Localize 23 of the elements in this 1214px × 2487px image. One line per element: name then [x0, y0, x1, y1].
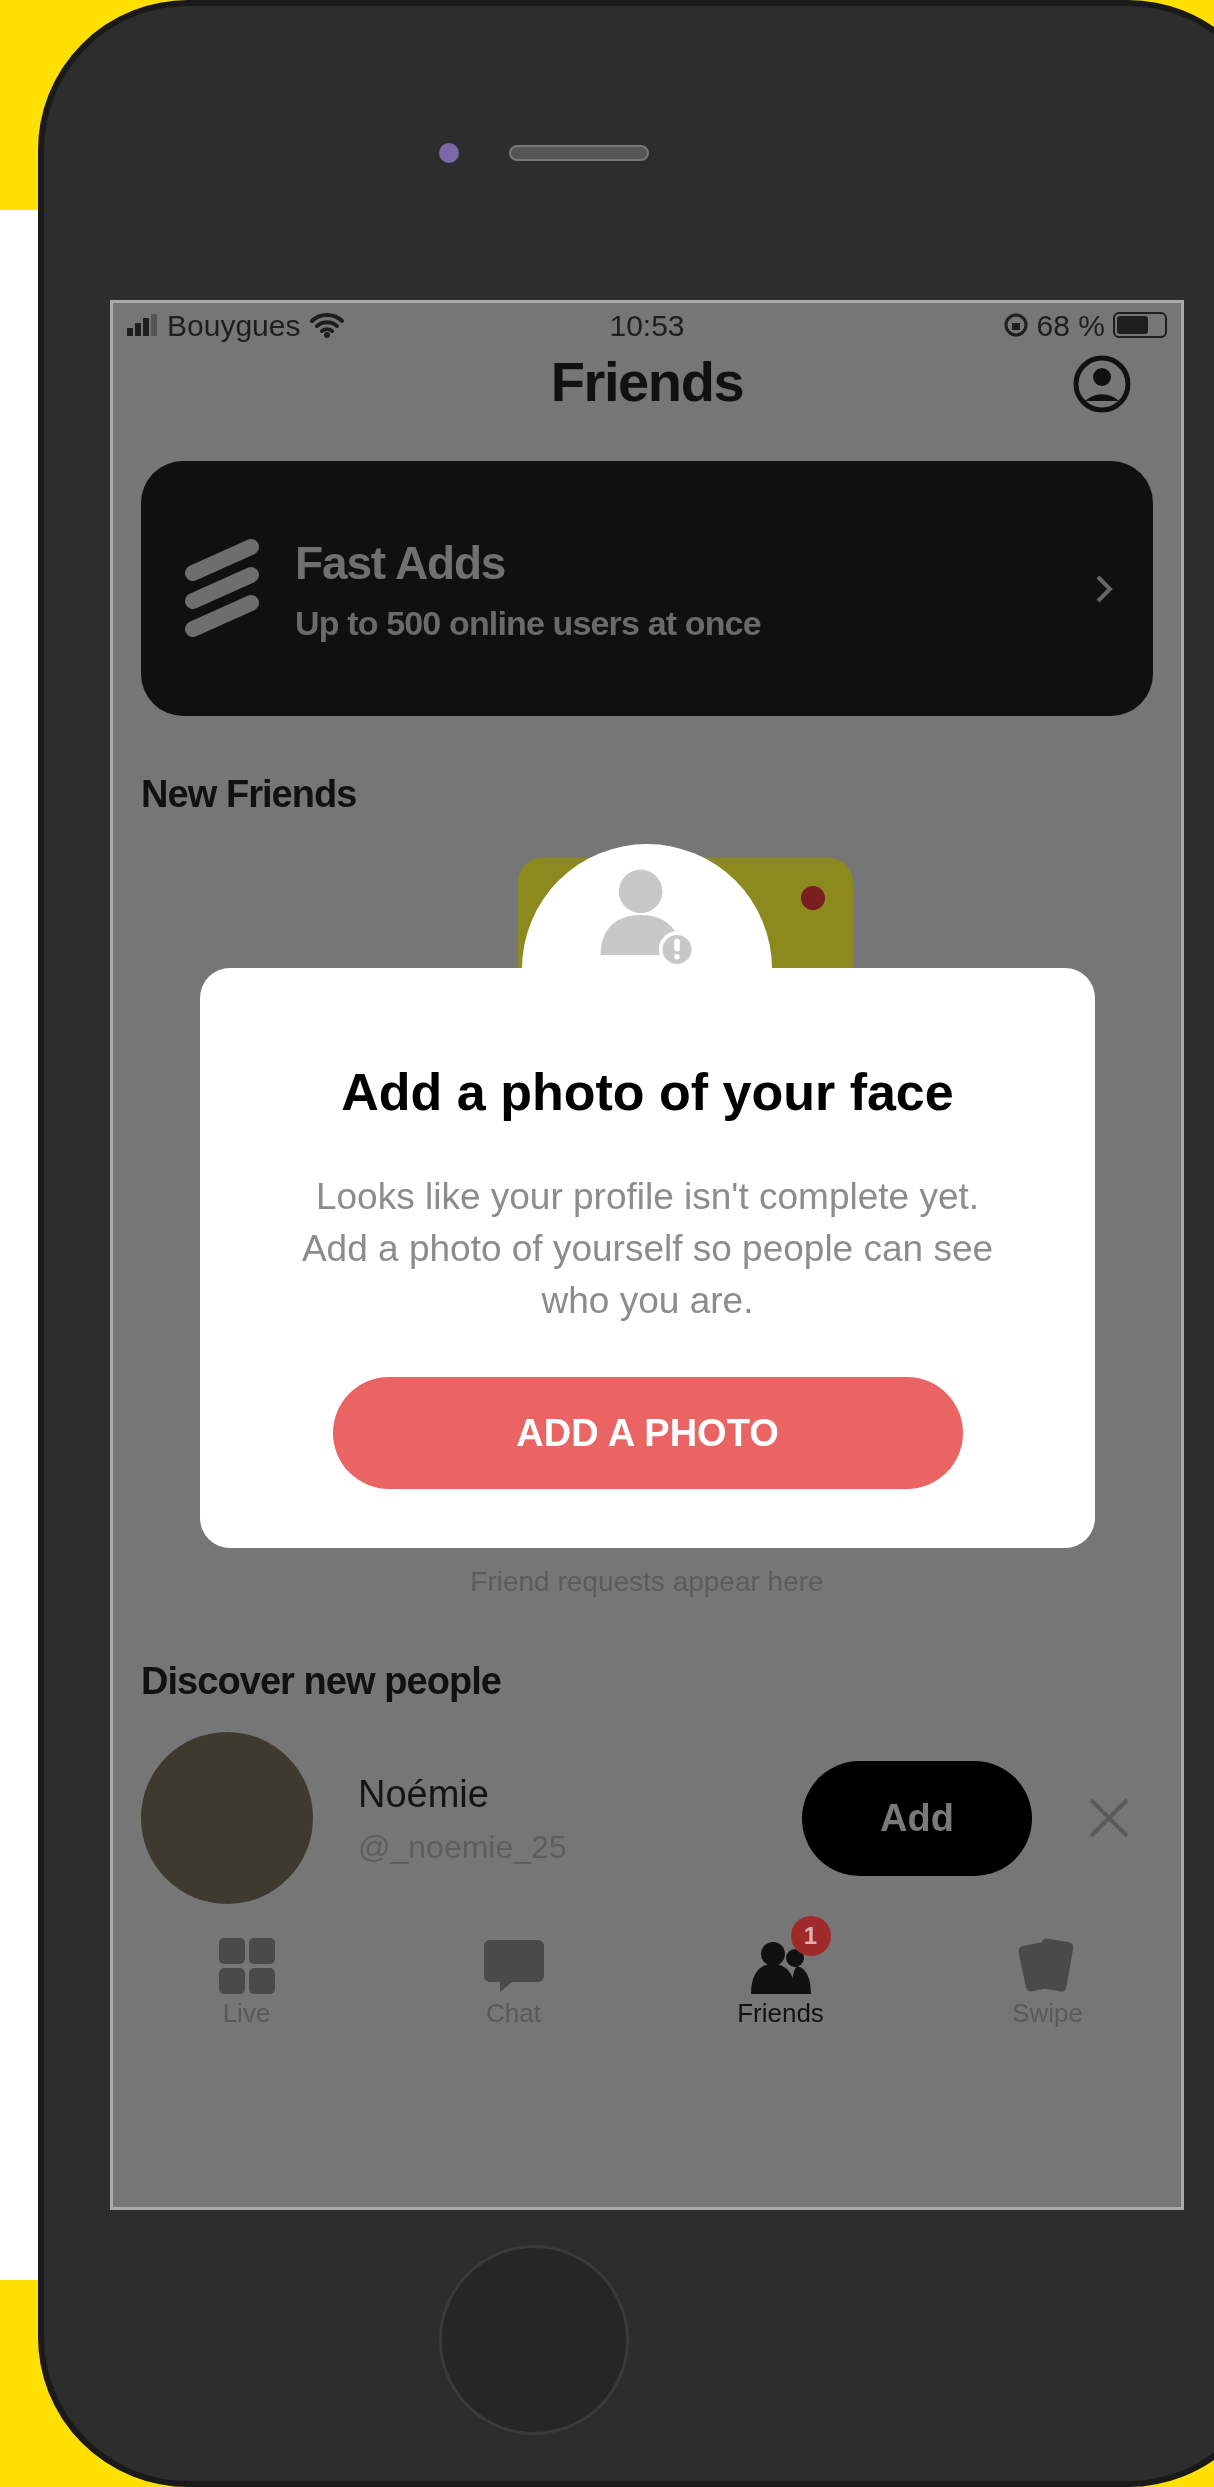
tab-bar-item[interactable]: 1 Friends [690, 1916, 871, 2044]
fast-adds-card[interactable]: Fast Adds Up to 500 online users at once [141, 461, 1153, 716]
card-title: Fast Adds [295, 535, 507, 591]
modal-message: Looks like your profile isn't complete yet. Add a photo of yourself so people can see who you are. [300, 1175, 995, 1323]
section-heading: Discover new people [141, 1659, 501, 1704]
screen-title: Friends [550, 349, 744, 415]
modal-title: Add a photo of your face [341, 1062, 954, 1123]
wifi-icon [310, 312, 345, 338]
signal-icon [127, 314, 157, 336]
section-heading: New Friends [141, 772, 357, 817]
close-icon[interactable] [1087, 1796, 1131, 1840]
add-button[interactable]: Add [802, 1760, 1032, 1876]
battery-percent: 68 % [1036, 307, 1105, 344]
chevron-icon [1095, 573, 1113, 604]
card-subtitle: Up to 500 online users at once [295, 602, 762, 644]
add-photo-button[interactable]: ADD A PHOTO [332, 1377, 963, 1489]
clock-time: 10:53 [609, 307, 685, 344]
battery-icon [1113, 312, 1167, 338]
notification-badge: 1 [790, 1916, 831, 1956]
profile-icon[interactable] [1073, 355, 1131, 413]
rotation-lock-icon [1002, 312, 1029, 338]
user-name: Noémie [358, 1771, 490, 1817]
carrier-name: Bouygues [167, 307, 301, 344]
